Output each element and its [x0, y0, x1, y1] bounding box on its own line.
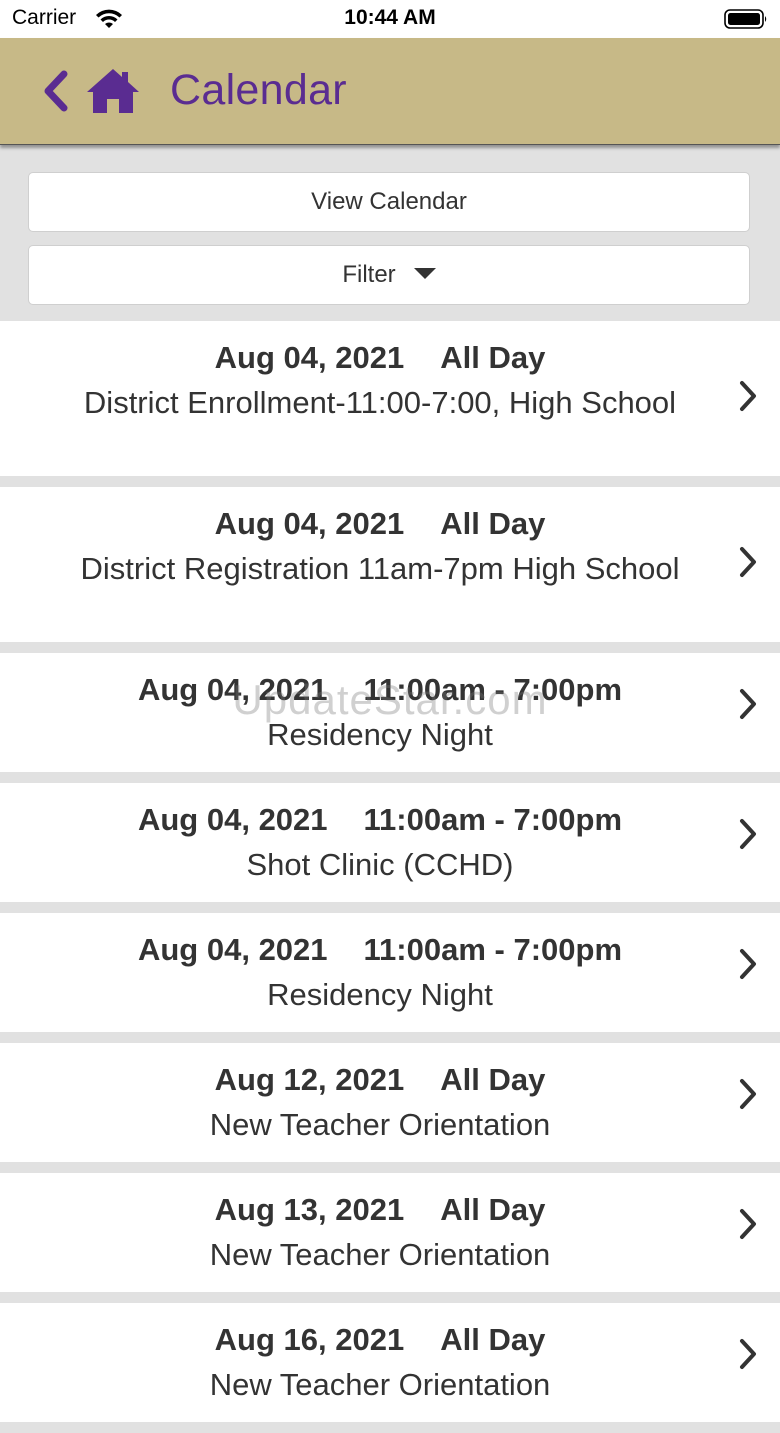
event-date: Aug 04, 2021 — [214, 506, 405, 541]
event-date-line: Aug 04, 2021 11:00am - 7:00pm — [40, 931, 720, 969]
filter-button[interactable]: Filter — [28, 245, 750, 305]
event-time: 11:00am - 7:00pm — [363, 932, 623, 967]
event-date: Aug 04, 2021 — [214, 340, 405, 375]
event-title: District Enrollment-11:00-7:00, High Sch… — [83, 385, 677, 420]
event-time: 11:00am - 7:00pm — [363, 672, 623, 707]
event-date-line: Aug 04, 2021 All Day — [40, 505, 720, 543]
view-calendar-label: View Calendar — [311, 188, 467, 215]
back-chevron-icon[interactable] — [38, 68, 74, 114]
event-date-line: Aug 04, 2021 All Day — [40, 339, 720, 377]
chevron-right-icon — [740, 818, 756, 849]
event-row[interactable]: Aug 04, 2021 11:00am - 7:00pm Residency N… — [0, 653, 780, 772]
event-time: All Day — [440, 1322, 546, 1357]
chevron-right-icon — [740, 381, 756, 411]
filter-label: Filter — [342, 261, 396, 288]
event-date-line: Aug 04, 2021 11:00am - 7:00pm — [40, 671, 720, 709]
status-bar: Carrier 10:44 AM — [0, 0, 780, 38]
chevron-right-icon — [740, 547, 756, 577]
event-row[interactable]: Aug 04, 2021 11:00am - 7:00pm Residency N… — [0, 913, 780, 1032]
event-date: Aug 04, 2021 — [137, 932, 328, 967]
chevron-right-icon — [740, 688, 756, 719]
event-date-line: Aug 04, 2021 11:00am - 7:00pm — [40, 801, 720, 839]
event-row[interactable]: Aug 04, 2021 All Day District Registratio… — [0, 487, 780, 642]
event-row[interactable]: Aug 12, 2021 All Day New Teacher Orientat… — [0, 1043, 780, 1162]
event-title: New Teacher Orientation — [209, 1107, 551, 1142]
event-row[interactable]: Aug 04, 2021 All Day District Enrollment-… — [0, 321, 780, 476]
event-title: New Teacher Orientation — [209, 1367, 551, 1402]
event-row[interactable]: Aug 04, 2021 11:00am - 7:00pm Shot Clinic… — [0, 783, 780, 902]
battery-icon — [724, 9, 767, 29]
event-date: Aug 04, 2021 — [137, 802, 328, 837]
event-date: Aug 13, 2021 — [214, 1192, 405, 1227]
event-date-line: Aug 13, 2021 All Day — [40, 1191, 720, 1229]
event-date: Aug 04, 2021 — [137, 672, 328, 707]
caret-down-icon — [413, 268, 436, 280]
chevron-right-icon — [740, 1208, 756, 1239]
page-title: Calendar — [170, 66, 347, 114]
status-time: 10:44 AM — [344, 6, 436, 29]
view-calendar-button[interactable]: View Calendar — [28, 172, 750, 232]
event-list: Aug 04, 2021 All Day District Enrollment-… — [0, 321, 780, 1433]
event-time: All Day — [440, 506, 546, 541]
event-title: New Teacher Orientation — [209, 1237, 551, 1272]
event-date-line: Aug 12, 2021 All Day — [40, 1061, 720, 1099]
event-date: Aug 16, 2021 — [214, 1322, 405, 1357]
event-title: Residency Night — [267, 717, 493, 752]
event-row[interactable]: Aug 16, 2021 All Day New Teacher Orientat… — [0, 1303, 780, 1422]
event-row[interactable]: Aug 13, 2021 All Day New Teacher Orientat… — [0, 1173, 780, 1292]
chevron-right-icon — [740, 1338, 756, 1369]
app-header: Calendar — [0, 38, 780, 145]
event-date-line: Aug 16, 2021 All Day — [40, 1321, 720, 1359]
event-title: Shot Clinic (CCHD) — [246, 847, 514, 882]
event-time: All Day — [440, 1192, 546, 1227]
chevron-right-icon — [740, 948, 756, 979]
event-time: All Day — [440, 340, 546, 375]
event-time: 11:00am - 7:00pm — [363, 802, 623, 837]
chevron-right-icon — [740, 1078, 756, 1109]
home-icon[interactable] — [84, 66, 142, 116]
event-title: District Registration 11am-7pm High Scho… — [80, 551, 680, 586]
event-date: Aug 12, 2021 — [214, 1062, 405, 1097]
event-time: All Day — [440, 1062, 546, 1097]
event-title: Residency Night — [267, 977, 493, 1012]
